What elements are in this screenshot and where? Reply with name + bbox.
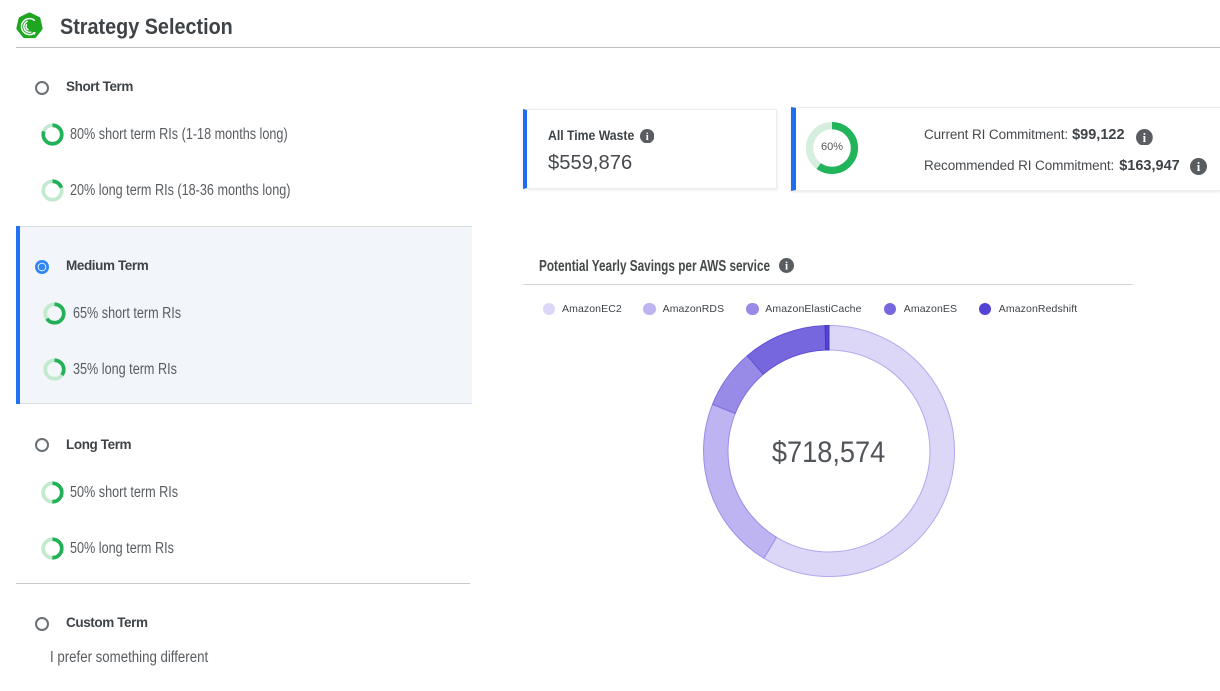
svg-text:i: i [1197,160,1201,174]
svg-text:i: i [1143,130,1147,144]
svg-text:60%: 60% [821,141,843,153]
svg-text:i: i [784,260,787,272]
svg-text:i: i [645,131,648,143]
